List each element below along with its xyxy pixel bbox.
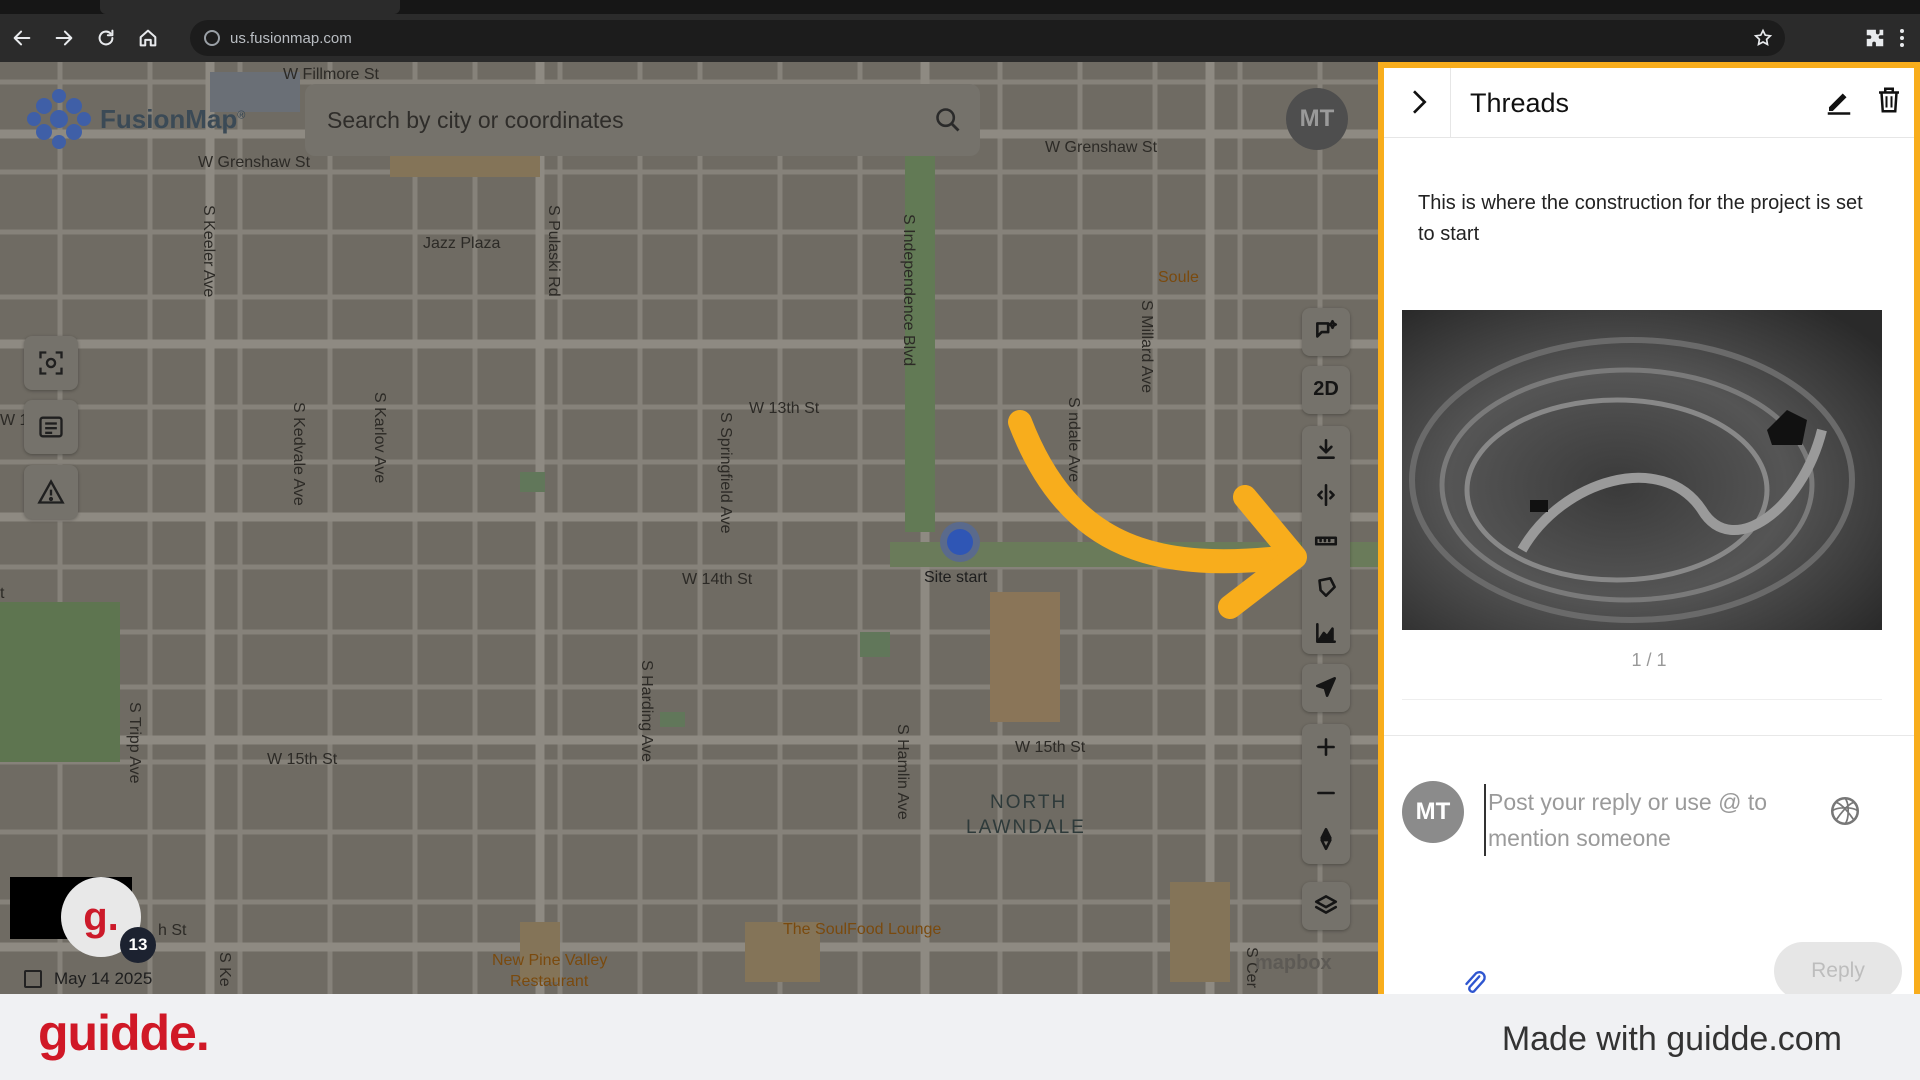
warning-icon xyxy=(37,479,65,504)
trash-icon[interactable] xyxy=(1874,84,1904,116)
reply-button[interactable]: Reply xyxy=(1774,942,1902,1000)
site-start-label: Site start xyxy=(924,569,988,586)
scan-tool-button[interactable] xyxy=(24,336,78,390)
zoom-controls xyxy=(1302,724,1350,864)
scan-icon xyxy=(39,351,63,375)
street-label: S Harding Ave xyxy=(638,660,655,762)
image-pager: 1 / 1 xyxy=(1631,650,1667,670)
threads-header: Threads xyxy=(1384,68,1914,138)
thread-image[interactable] xyxy=(1402,310,1882,630)
street-label: S Pulaski Rd xyxy=(545,205,562,297)
poi-label: The SoulFood Lounge xyxy=(783,921,942,938)
map-search-input[interactable]: Search by city or coordinates xyxy=(305,84,980,156)
street-label: S Ke xyxy=(216,952,233,987)
home-icon[interactable] xyxy=(128,18,168,58)
bookmark-star-icon[interactable] xyxy=(1753,28,1773,48)
guidde-brand: guidde. xyxy=(38,1005,210,1061)
street-label: S Tripp Ave xyxy=(126,702,143,784)
fusionmap-logo-icon xyxy=(27,89,91,149)
guidde-footer: guidde. Made with guidde.com xyxy=(0,994,1920,1080)
search-placeholder: Search by city or coordinates xyxy=(327,106,624,133)
compass-icon xyxy=(1320,827,1332,851)
mapbox-attribution[interactable]: mapbox xyxy=(1255,952,1332,975)
street-label: h St xyxy=(158,922,187,939)
browser-tab[interactable] xyxy=(100,0,400,14)
neighborhood-label: NORTH xyxy=(990,792,1068,813)
address-url: us.fusionmap.com xyxy=(230,29,352,47)
navigation-arrow-icon xyxy=(1316,677,1336,697)
street-label: W Grenshaw St xyxy=(1045,139,1158,156)
date-selector[interactable]: May 14 2025 xyxy=(12,962,172,994)
ai-assist-icon[interactable] xyxy=(1828,794,1862,828)
reload-icon[interactable] xyxy=(86,18,126,58)
date-label: May 14 2025 xyxy=(54,969,153,988)
street-label: W 15th St xyxy=(1015,739,1086,756)
panel-title: Threads xyxy=(1470,88,1570,118)
extensions-icon[interactable] xyxy=(1864,27,1886,49)
place-label: Jazz Plaza xyxy=(423,235,501,252)
poi-label: New Pine Valley xyxy=(492,952,608,969)
user-avatar[interactable]: MT xyxy=(1286,88,1348,150)
locate-me-button[interactable] xyxy=(1302,664,1350,712)
app-logo[interactable]: FusionMap® xyxy=(24,84,245,154)
ai-assist-button[interactable] xyxy=(1302,308,1350,356)
search-icon[interactable] xyxy=(934,106,962,134)
zoom-in-button[interactable] xyxy=(1302,724,1350,770)
edit-pencil-icon[interactable] xyxy=(1824,86,1854,116)
alerts-tool-button[interactable] xyxy=(24,465,78,519)
made-with-label: Made with guidde.com xyxy=(1501,1020,1842,1058)
back-icon[interactable] xyxy=(2,18,42,58)
reply-user-avatar: MT xyxy=(1402,781,1464,843)
forward-icon[interactable] xyxy=(44,18,84,58)
street-label: t xyxy=(0,585,5,602)
poi-label: Restaurant xyxy=(510,973,589,990)
chevron-right-icon[interactable] xyxy=(1402,86,1434,118)
street-label: W Fillmore St xyxy=(283,66,379,83)
street-label: W 13th St xyxy=(749,400,820,417)
street-label: S Hamlin Ave xyxy=(894,724,911,820)
poi-label: Soule xyxy=(1158,269,1199,286)
street-label: W 15th St xyxy=(267,751,338,768)
layers-icon xyxy=(1314,895,1338,914)
plus-icon xyxy=(1317,738,1335,756)
street-label: S Kedvale Ave xyxy=(290,402,307,506)
zoom-out-button[interactable] xyxy=(1302,770,1350,816)
thread-message: This is where the construction for the p… xyxy=(1418,192,1863,245)
street-label: S Millard Ave xyxy=(1138,300,1155,394)
street-label: S Karlov Ave xyxy=(371,392,388,484)
list-icon xyxy=(39,416,63,438)
comment-icon xyxy=(947,529,973,555)
map-canvas[interactable]: W Fillmore St W Grenshaw St W Grenshaw S… xyxy=(0,62,1378,994)
guide-arrow xyxy=(1008,410,1307,619)
reply-input[interactable]: Post your reply or use @ to mention some… xyxy=(1484,784,1824,856)
minus-icon xyxy=(1317,791,1335,795)
browser-tab-strip xyxy=(0,0,1920,14)
street-label: W 14th St xyxy=(682,571,753,588)
neighborhood-label: LAWNDALE xyxy=(966,817,1086,838)
site-info-icon[interactable] xyxy=(204,30,220,46)
notes-tool-button[interactable] xyxy=(24,400,78,454)
app-name: FusionMap® xyxy=(100,103,246,134)
calendar-icon xyxy=(24,970,42,988)
street-label: W Grenshaw St xyxy=(198,154,311,171)
chat-sparkle-icon xyxy=(1316,319,1338,338)
street-label: S Independence Blvd xyxy=(900,214,917,367)
browser-toolbar: us.fusionmap.com xyxy=(0,14,1920,62)
browser-menu-icon[interactable] xyxy=(1894,26,1910,50)
street-label: S Springfield Ave xyxy=(717,412,734,534)
threads-panel: Threads This is where the construction f… xyxy=(1378,62,1920,1000)
layers-button[interactable] xyxy=(1302,882,1350,930)
step-count-badge: 13 xyxy=(120,927,156,963)
address-bar[interactable]: us.fusionmap.com xyxy=(190,20,1785,56)
compass-button[interactable] xyxy=(1302,816,1350,862)
thread-pin-marker[interactable] xyxy=(940,522,980,562)
street-label: S Keeler Ave xyxy=(200,205,217,298)
